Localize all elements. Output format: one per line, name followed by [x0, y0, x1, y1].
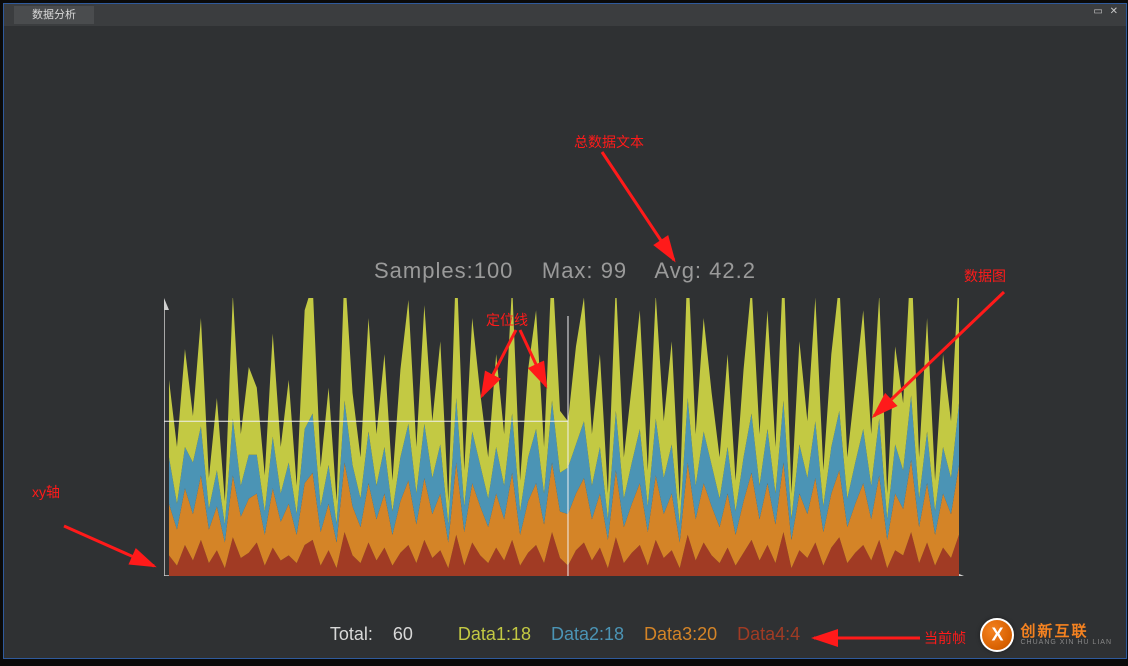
- legend-total: Total:60: [320, 624, 423, 644]
- annotation-data-chart: 数据图: [964, 266, 1006, 286]
- app-window: 数据分析 ▭ ✕ Samples:100 Max: 99 Avg: 42.2 6…: [3, 3, 1127, 659]
- annotation-crosshair: 定位线: [486, 310, 528, 330]
- window-controls[interactable]: ▭ ✕: [1093, 6, 1120, 17]
- logo-text-cn: 创新互联: [1020, 624, 1112, 639]
- logo-text-en: CHUANG XIN HU LIAN: [1020, 639, 1112, 646]
- max-value: 99: [601, 258, 627, 283]
- logo-icon: X: [980, 618, 1014, 652]
- area-chart[interactable]: 6051: [164, 298, 964, 576]
- max-label: Max:: [542, 258, 594, 283]
- annotation-summary: 总数据文本: [574, 132, 644, 152]
- legend-item: Data2:18: [551, 624, 624, 644]
- chart-series-group: [169, 298, 959, 576]
- legend-item: Data4:4: [737, 624, 800, 644]
- content-pane: Samples:100 Max: 99 Avg: 42.2 6051 Total…: [4, 26, 1126, 658]
- legend-item: Data3:20: [644, 624, 717, 644]
- summary-stats: Samples:100 Max: 99 Avg: 42.2: [4, 258, 1126, 284]
- annotation-current-frame: 当前帧: [924, 628, 966, 648]
- samples-label: Samples:: [374, 258, 474, 283]
- avg-label: Avg:: [654, 258, 702, 283]
- logo: X 创新互联 CHUANG XIN HU LIAN: [980, 618, 1112, 652]
- avg-value: 42.2: [709, 258, 756, 283]
- tab-data-analysis[interactable]: 数据分析: [14, 6, 94, 24]
- legend-item: Data1:18: [458, 624, 531, 644]
- y-axis-arrow-icon: [164, 298, 169, 310]
- annotation-xy: xy轴: [32, 482, 60, 502]
- tab-bar: 数据分析 ▭ ✕: [4, 4, 1126, 26]
- samples-value: 100: [474, 258, 514, 283]
